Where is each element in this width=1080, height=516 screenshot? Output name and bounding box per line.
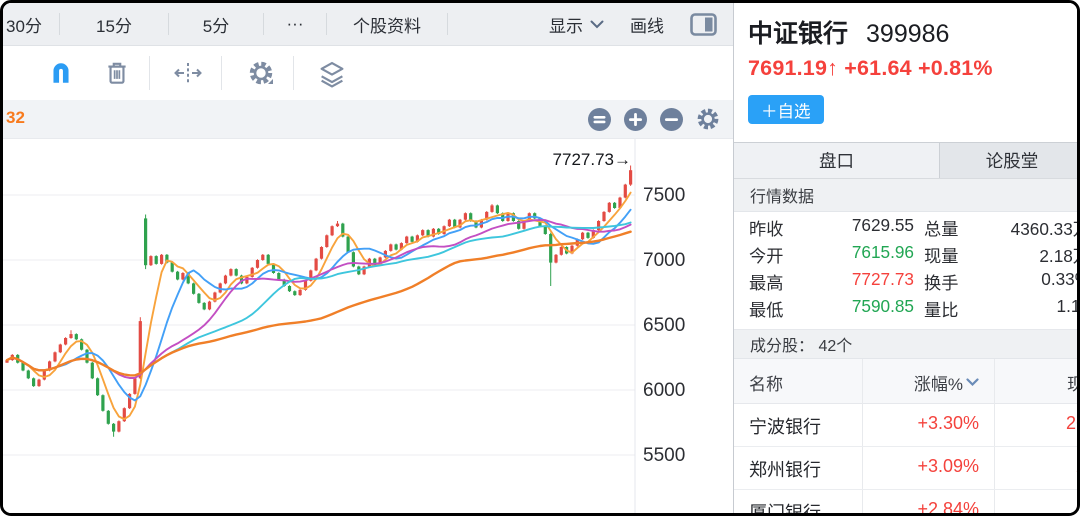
candlestick-chart[interactable]: 7500 7000 6500 6000 5500 7727.73→	[3, 138, 733, 516]
zoom-in-button[interactable]	[623, 107, 648, 132]
draw-line-button[interactable]: 画线	[630, 12, 664, 37]
quote-value: 1.17	[950, 296, 1080, 317]
tab-15min[interactable]: 15分	[60, 3, 168, 45]
constituent-change: +2.84%	[859, 499, 979, 516]
sort-down-icon	[966, 378, 979, 387]
constituent-price: 9	[994, 499, 1080, 516]
stock-code: 399986	[866, 20, 949, 49]
chevron-down-icon	[590, 20, 604, 29]
panel-tabs: 盘口 论股堂	[734, 142, 1080, 179]
horizontal-expand-icon[interactable]	[173, 59, 203, 87]
quote-label: 最高	[749, 269, 783, 294]
add-watchlist-button[interactable]: ＋自选	[748, 95, 824, 124]
chart-canvas	[3, 138, 733, 516]
y-axis-label: 6000	[643, 380, 685, 402]
constituent-name: 郑州银行	[749, 456, 821, 482]
tab-stock-info[interactable]: 个股资料	[327, 3, 447, 45]
price-line: 7691.19↑ +61.64 +0.81%	[748, 56, 993, 81]
more-periods-button[interactable]: ···	[264, 3, 326, 45]
quote-label: 最低	[749, 296, 783, 321]
constituent-name: 厦门银行	[749, 499, 821, 516]
tab-5min[interactable]: 5分	[169, 3, 263, 45]
quote-value: 2.18万	[950, 242, 1080, 267]
app-window: 30分 15分 5分 ··· 个股资料 显示 画线	[0, 0, 1080, 516]
quote-row: 最低 7590.85 量比 1.17	[734, 294, 1080, 321]
tab-30min-label: 30分	[6, 12, 42, 37]
quote-panel: 中证银行 399986 7691.19↑ +61.64 +0.81% ＋自选 盘…	[733, 3, 1080, 516]
up-arrow: ↑	[827, 56, 838, 80]
tab-stock-info-label: 个股资料	[353, 12, 421, 37]
col-name: 名称	[749, 370, 783, 395]
constituent-price: 26	[994, 413, 1080, 434]
constituent-price: 2	[994, 456, 1080, 477]
tab-forum[interactable]: 论股堂	[940, 143, 1080, 178]
col-price: 现	[994, 370, 1080, 395]
display-dropdown[interactable]: 显示	[549, 12, 604, 37]
quote-value: 4360.33万	[950, 215, 1080, 240]
layers-icon[interactable]	[317, 59, 347, 89]
col-change-sort[interactable]: 涨幅%	[859, 370, 979, 395]
display-label: 显示	[549, 12, 583, 37]
quote-row: 昨收 7629.55 总量 4360.33万	[734, 213, 1080, 240]
table-row[interactable]: 宁波银行 +3.30% 26	[734, 403, 1080, 447]
tab-5min-label: 5分	[203, 12, 229, 37]
quote-label: 今开	[749, 242, 783, 267]
quote-value: 7590.85	[794, 296, 914, 317]
stock-name: 中证银行	[748, 14, 848, 50]
constituent-change: +3.09%	[859, 456, 979, 477]
collapse-lines-button[interactable]	[587, 107, 612, 132]
divider	[221, 56, 222, 90]
zoom-out-button[interactable]	[659, 107, 684, 132]
y-axis-label: 5500	[643, 445, 685, 467]
high-price-callout: 7727.73→	[523, 150, 631, 170]
price-change-pct: +0.81%	[918, 56, 993, 80]
magnet-icon[interactable]	[47, 59, 75, 87]
y-axis-label: 7500	[643, 185, 685, 207]
price-change: +61.64	[844, 56, 912, 80]
y-axis-label: 7000	[643, 250, 685, 272]
quote-value: 7629.55	[794, 215, 914, 236]
quote-row: 今开 7615.96 现量 2.18万	[734, 240, 1080, 267]
quote-value: 7727.73	[794, 269, 914, 290]
tab-order-book[interactable]: 盘口	[734, 143, 940, 178]
draw-line-label: 画线	[630, 17, 664, 36]
constituents-header: 成分股： 42个	[734, 329, 1080, 359]
panel-toggle-icon[interactable]	[690, 13, 717, 36]
table-row[interactable]: 郑州银行 +3.09% 2	[734, 446, 1080, 490]
table-row[interactable]: 厦门银行 +2.84% 9	[734, 489, 1080, 516]
drawing-toolbar	[3, 46, 733, 100]
divider	[447, 13, 448, 35]
tab-15min-label: 15分	[96, 12, 132, 37]
quote-value: 0.33%	[950, 269, 1080, 290]
ellipsis-icon: ···	[287, 14, 304, 34]
gear-icon[interactable]	[247, 59, 277, 89]
constituent-name: 宁波银行	[749, 413, 821, 439]
trash-icon[interactable]	[103, 59, 131, 87]
stock-title: 中证银行 399986	[748, 14, 949, 50]
tab-30min[interactable]: 30分	[3, 3, 59, 45]
table-header: 名称 涨幅% 现	[734, 359, 1080, 404]
indicator-legend-partial: 32	[6, 108, 25, 128]
chart-settings-icon[interactable]	[695, 106, 721, 132]
top-toolbar: 30分 15分 5分 ··· 个股资料 显示 画线	[3, 3, 733, 46]
market-data-header: 行情数据	[734, 179, 1080, 212]
quote-value: 7615.96	[794, 242, 914, 263]
chart-header-strip: 32	[3, 100, 733, 139]
divider	[149, 56, 150, 90]
quote-label: 昨收	[749, 215, 783, 240]
y-axis-label: 6500	[643, 315, 685, 337]
constituent-change: +3.30%	[859, 413, 979, 434]
last-price: 7691.19	[748, 56, 827, 80]
quote-row: 最高 7727.73 换手 0.33%	[734, 267, 1080, 294]
divider	[293, 56, 294, 90]
